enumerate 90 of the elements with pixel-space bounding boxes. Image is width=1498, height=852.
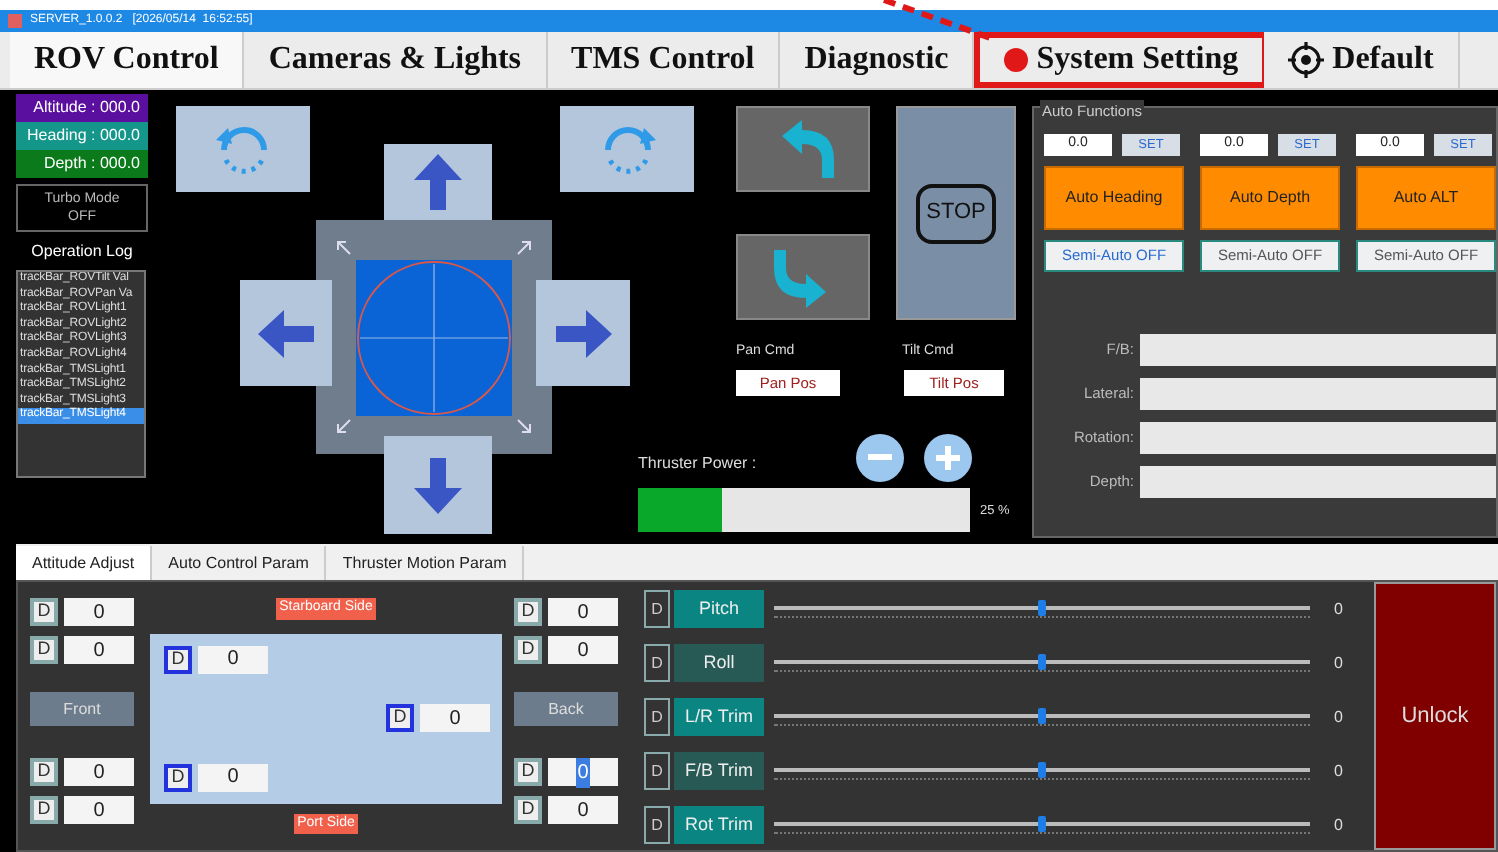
d-button[interactable]: D — [30, 636, 58, 664]
increase-button[interactable] — [924, 434, 972, 482]
corner-arrow-icon — [336, 418, 352, 434]
d-button[interactable]: D — [644, 806, 670, 844]
app-icon — [8, 14, 22, 28]
readout: Depth : 000.0 — [16, 150, 148, 178]
slider-thumb[interactable] — [1038, 707, 1046, 723]
readout: Heading : 000.0 — [16, 122, 148, 150]
d-button[interactable]: D — [30, 598, 58, 626]
trim-button[interactable]: Roll — [674, 644, 764, 682]
arrow-icon — [412, 152, 464, 212]
field-value: 0 — [577, 797, 589, 825]
trim-button[interactable]: F/B Trim — [674, 752, 764, 790]
plus-icon — [936, 446, 960, 470]
value-field[interactable]: 0 — [420, 704, 490, 732]
trim-button[interactable]: Pitch — [674, 590, 764, 628]
d-button[interactable]: D — [164, 645, 192, 673]
value-field[interactable]: 0 — [64, 598, 134, 626]
value-field[interactable]: 0 — [198, 645, 268, 673]
value-field[interactable]: 0 — [548, 796, 618, 824]
d-button[interactable]: D — [644, 752, 670, 790]
trim-reading: 0 — [1334, 759, 1343, 783]
forward-button[interactable] — [384, 144, 492, 220]
sub-tab[interactable]: Attitude Adjust — [16, 546, 153, 580]
left-button[interactable] — [240, 280, 332, 386]
auto-mode-button[interactable]: Auto Heading — [1044, 166, 1184, 230]
d-button[interactable]: D — [30, 796, 58, 824]
value-field[interactable]: 0 — [198, 763, 268, 791]
value-field[interactable]: 0 — [548, 636, 618, 664]
stop-button[interactable]: STOP — [896, 106, 1016, 320]
arrow-icon — [412, 455, 464, 515]
arrow-icon — [553, 307, 613, 359]
d-button[interactable]: D — [644, 698, 670, 736]
value-field[interactable]: 0 — [64, 796, 134, 824]
trim-button[interactable]: Rot Trim — [674, 806, 764, 844]
d-button[interactable]: D — [514, 598, 542, 626]
main-tab[interactable]: ROV Control — [10, 32, 245, 88]
main-tab[interactable]: System Setting — [974, 32, 1265, 88]
d-button[interactable]: D — [514, 758, 542, 786]
slider-thumb[interactable] — [1038, 815, 1046, 831]
value-field[interactable]: 0 — [548, 598, 618, 626]
field-value: 0 — [93, 797, 105, 825]
trim-slider[interactable] — [774, 707, 1310, 727]
field-value: 0 — [577, 599, 589, 627]
slider-thumb[interactable] — [1038, 761, 1046, 777]
slider-thumb[interactable] — [1038, 653, 1046, 669]
d-button[interactable]: D — [514, 636, 542, 664]
backward-button[interactable] — [384, 436, 492, 534]
unlock-button[interactable]: Unlock — [1374, 582, 1496, 850]
trim-slider[interactable] — [774, 653, 1310, 673]
d-button[interactable]: D — [644, 590, 670, 628]
corner-arrow-icon — [516, 418, 532, 434]
thruster-power-label: Thruster Power : — [638, 452, 757, 476]
d-button[interactable]: D — [386, 704, 414, 732]
trim-reading: 0 — [1334, 705, 1343, 729]
readout: Altitude : 000.0 — [16, 94, 148, 122]
log-title: Operation Log — [29, 240, 135, 264]
auto-mode-button[interactable]: Auto Depth — [1200, 166, 1340, 230]
value-field[interactable]: 0 — [64, 636, 134, 664]
d-button[interactable]: D — [164, 763, 192, 791]
trim-slider[interactable] — [774, 815, 1310, 835]
trim-reading: 0 — [1334, 597, 1343, 621]
arrow-icon — [256, 307, 316, 359]
d-button[interactable]: D — [644, 644, 670, 682]
right-button[interactable] — [536, 280, 630, 386]
tilt-down-button[interactable] — [736, 234, 870, 320]
corner-arrow-icon — [516, 240, 532, 256]
field-value: 0 — [93, 759, 105, 787]
field-value: 0 — [93, 599, 105, 627]
trim-slider[interactable] — [774, 761, 1310, 781]
decrease-button[interactable] — [856, 434, 904, 482]
auto-mode-button[interactable]: Auto ALT — [1356, 166, 1496, 230]
d-button[interactable]: D — [30, 758, 58, 786]
value-field[interactable]: 0 — [64, 758, 134, 786]
slider-thumb[interactable] — [1038, 599, 1046, 615]
main-tab[interactable]: TMS Control — [547, 32, 781, 88]
field-value: 0 — [577, 637, 589, 665]
trim-slider[interactable] — [774, 599, 1310, 619]
trim-reading: 0 — [1334, 813, 1343, 837]
corner-arrow-icon — [336, 240, 352, 256]
crosshair-icon — [1288, 42, 1325, 78]
d-button[interactable]: D — [514, 796, 542, 824]
field-value: 0 — [93, 637, 105, 665]
tilt-up-button[interactable] — [736, 106, 870, 192]
trim-button[interactable]: L/R Trim — [674, 698, 764, 736]
value-field[interactable]: 0 — [548, 758, 618, 786]
minus-icon — [868, 454, 892, 462]
field-value: 0 — [575, 757, 591, 787]
joystick-pad[interactable] — [316, 220, 552, 454]
trim-reading: 0 — [1334, 651, 1343, 675]
